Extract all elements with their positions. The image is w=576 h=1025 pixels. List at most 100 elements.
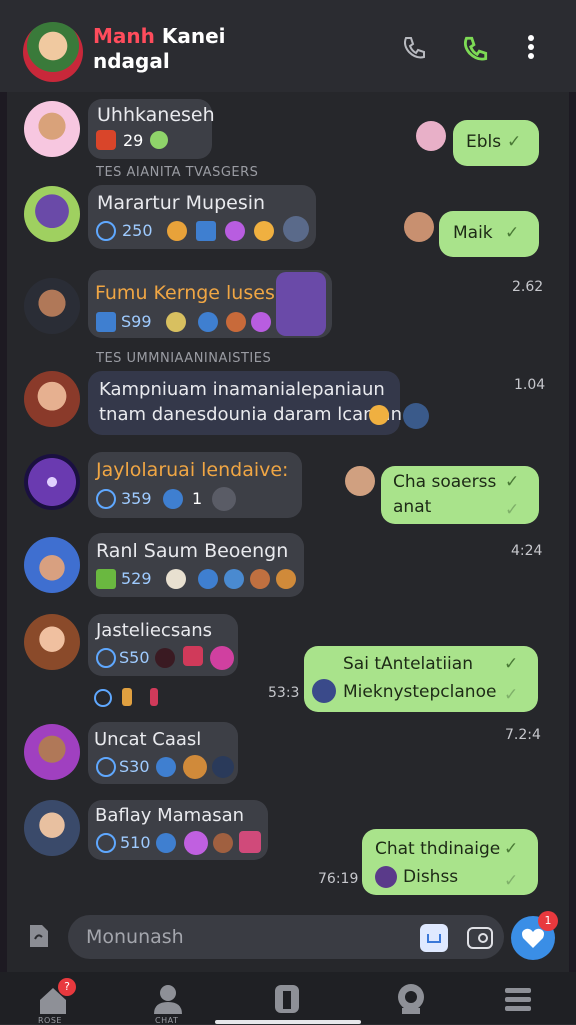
read-check-icon: ✓ (505, 472, 520, 492)
call-voice-icon[interactable] (400, 34, 428, 62)
message-line1: Kampniuam inamanialepaniaun (99, 379, 385, 400)
creature-icon (166, 569, 186, 589)
contact-avatar (345, 466, 375, 496)
read-check-icon: ✓ (505, 223, 520, 243)
outgoing-text: Ebls (466, 132, 502, 152)
avatar[interactable] (24, 101, 80, 157)
avatar[interactable] (24, 454, 80, 510)
sword-icon (196, 221, 216, 241)
creature-icon (212, 756, 234, 778)
gear-icon (198, 312, 218, 332)
shield-icon (224, 569, 244, 589)
contacts-icon[interactable] (150, 982, 186, 1016)
title-part1: Manh (93, 24, 155, 48)
read-check-icon: ✓ (504, 654, 519, 674)
send-badge: 1 (538, 911, 558, 931)
stat-value-2: 1 (192, 489, 203, 508)
stat-value: S50 (119, 648, 150, 667)
sender-name: Ranl Saum Beoengn (96, 540, 289, 562)
avatar[interactable] (24, 371, 80, 427)
outgoing-line2: Mieknystepclanoe (343, 682, 497, 702)
stat-value: 529 (121, 569, 152, 588)
avatar[interactable] (24, 800, 80, 856)
emoji-icon (167, 221, 187, 241)
gear-icon (96, 757, 116, 777)
lipstick-icon (183, 646, 203, 666)
gift-icon (96, 130, 116, 150)
timestamp: 7.2:4 (505, 727, 541, 743)
ball-icon (155, 648, 175, 668)
creature-icon (276, 569, 296, 589)
avatar[interactable] (24, 614, 80, 670)
stat-value: S30 (119, 757, 150, 776)
avatar[interactable] (24, 186, 80, 242)
more-vert-icon[interactable] (525, 34, 537, 62)
emoji-icon (150, 131, 168, 149)
read-check-icon: ✓ (504, 871, 519, 891)
contact-avatar (404, 212, 434, 242)
gear-icon (96, 221, 116, 241)
creature-icon (213, 833, 233, 853)
message-line2: tnam danesdounia daram lcanian (99, 404, 402, 425)
arrow-icon (96, 312, 116, 332)
outgoing-line1: Chat thdinaige (375, 839, 501, 859)
arrow-icon (96, 569, 116, 589)
gear-icon (96, 648, 116, 668)
home-indicator (215, 1020, 361, 1024)
contact-avatar (416, 121, 446, 151)
timestamp: 53:3 (268, 685, 300, 701)
left-edge (0, 0, 7, 1024)
camera-icon[interactable] (466, 924, 494, 952)
timestamp: 76:19 (318, 871, 359, 887)
bottle-icon (122, 688, 132, 706)
outgoing-text: Maik (453, 223, 493, 243)
menu-icon[interactable] (503, 984, 533, 1014)
arrow-icon (156, 833, 176, 853)
chat-title: Manh Kanei ndagal (93, 24, 226, 74)
stat-value: S99 (121, 312, 152, 331)
emoji-icon (212, 487, 236, 511)
stat-value: 250 (122, 221, 153, 240)
gem-icon (251, 312, 271, 332)
gem-icon (225, 221, 245, 241)
outgoing-line2: anat (393, 497, 432, 517)
right-edge (569, 0, 576, 1024)
creature-icon (166, 312, 186, 332)
creature-icon (210, 646, 234, 670)
contact-avatar (312, 679, 336, 703)
creature-icon (403, 403, 429, 429)
read-check-icon: ✓ (507, 132, 522, 152)
call-icon[interactable] (460, 34, 490, 64)
sender-name: Marartur Mupesin (97, 192, 266, 214)
header-avatar[interactable] (23, 22, 83, 82)
contact-avatar (375, 866, 397, 888)
read-check-icon: ✓ (504, 685, 519, 705)
stat-value: 359 (121, 489, 152, 508)
sticker-icon[interactable] (420, 924, 448, 952)
creature-icon (276, 272, 326, 336)
read-check-icon: ✓ (505, 500, 520, 520)
avatar[interactable] (24, 724, 80, 780)
timestamp: 4:24 (511, 543, 543, 559)
gem-icon (226, 312, 246, 332)
gear-icon (96, 489, 116, 509)
outgoing-line1: Sai tAntelatiian (343, 654, 473, 674)
outgoing-line2: Dishss (403, 867, 459, 887)
arrow-icon (156, 757, 176, 777)
sender-name: Uncat Caasl (94, 729, 202, 750)
gear-icon (96, 833, 116, 853)
sender-name: Fumu Kernge luses (95, 282, 275, 304)
avatar[interactable] (24, 278, 80, 334)
gear-icon (198, 569, 218, 589)
creature-icon (250, 569, 270, 589)
avatar[interactable] (24, 537, 80, 593)
section-label: TES UMMNIAANINAISTIES (96, 351, 272, 366)
discover-icon[interactable] (394, 982, 428, 1016)
channels-icon[interactable] (272, 982, 302, 1016)
creature-icon (283, 216, 309, 242)
sender-name: Jaylolaruai lendaive: (96, 459, 289, 481)
emoji-icon (183, 755, 207, 779)
stat-value: 29 (123, 131, 144, 150)
attach-icon[interactable] (24, 921, 52, 951)
arrow-icon (163, 489, 183, 509)
